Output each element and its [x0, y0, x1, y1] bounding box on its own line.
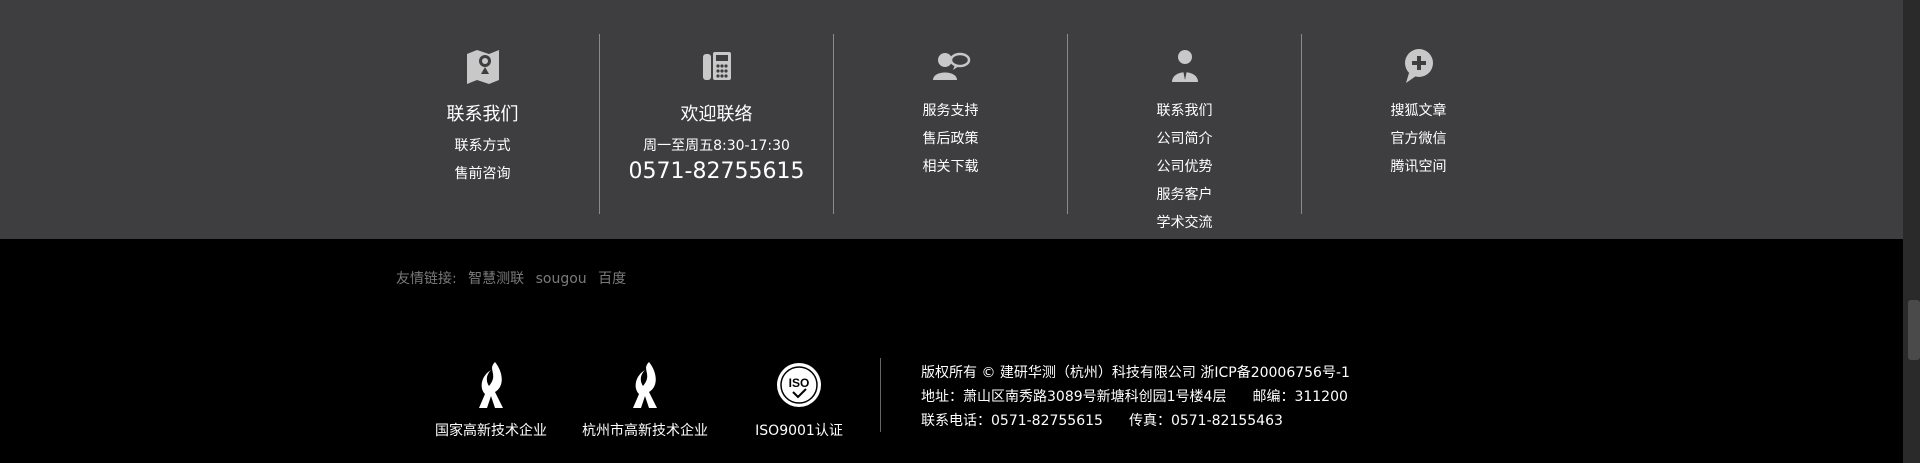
- national-hightech-badge: 国家高新技术企业: [416, 360, 566, 440]
- tencent-space-link[interactable]: 腾讯空间: [1302, 156, 1535, 176]
- footer-top-section: 联系我们 联系方式 售前咨询 欢迎联络 周一至周五8:30-17:30 0571…: [0, 0, 1920, 239]
- friend-link-baidu[interactable]: 百度: [598, 271, 626, 287]
- downloads-link[interactable]: 相关下载: [834, 156, 1067, 176]
- presale-consult-link[interactable]: 售前咨询: [366, 163, 599, 183]
- scrollbar-handle[interactable]: [1908, 300, 1920, 360]
- service-support-link[interactable]: 服务支持: [834, 100, 1067, 120]
- welcome-contact-column: 欢迎联络 周一至周五8:30-17:30 0571-82755615: [600, 34, 834, 214]
- iso-logo-text: ISO: [789, 376, 810, 390]
- company-column: 联系我们 公司简介 公司优势 服务客户 学术交流: [1068, 34, 1302, 231]
- address-text: 地址：萧山区南秀路3089号新塘科创园1号楼4层: [921, 389, 1227, 405]
- address-line: 地址：萧山区南秀路3089号新塘科创园1号楼4层 邮编：311200: [921, 386, 1348, 406]
- contact-method-link[interactable]: 联系方式: [366, 135, 599, 155]
- contact-us-link[interactable]: 联系我们: [1068, 100, 1301, 120]
- office-hours: 周一至周五8:30-17:30: [643, 138, 790, 154]
- copyright-line: 版权所有 © 建研华测（杭州）科技有限公司 浙ICP备20006756号-1: [921, 365, 1350, 381]
- footer-divider: [880, 358, 881, 432]
- academic-exchange-link[interactable]: 学术交流: [1068, 212, 1301, 232]
- phone-icon: [695, 46, 739, 86]
- person-icon: [1163, 46, 1207, 86]
- iso-logo-icon: ISO: [773, 360, 825, 410]
- social-column: 搜狐文章 官方微信 腾讯空间: [1302, 34, 1535, 214]
- contact-us-title: 联系我们: [446, 104, 519, 125]
- national-hightech-caption: 国家高新技术企业: [435, 423, 547, 439]
- company-profile-link[interactable]: 公司简介: [1068, 128, 1301, 148]
- hangzhou-hightech-badge: 杭州市高新技术企业: [570, 360, 720, 440]
- sohu-articles-link[interactable]: 搜狐文章: [1302, 100, 1535, 120]
- welcome-title: 欢迎联络: [680, 104, 753, 125]
- torch-logo-icon: [465, 360, 517, 410]
- contact-line: 联系电话：0571-82755615 传真：0571-82155463: [921, 410, 1283, 430]
- hangzhou-hightech-caption: 杭州市高新技术企业: [582, 423, 708, 439]
- page-scrollbar[interactable]: [1903, 0, 1920, 463]
- postcode-text: 邮编：311200: [1252, 389, 1348, 405]
- chat-plus-icon: [1397, 46, 1441, 86]
- iso9001-caption: ISO9001认证: [755, 423, 843, 439]
- company-advantages-link[interactable]: 公司优势: [1068, 156, 1301, 176]
- iso9001-badge: ISO ISO9001认证: [724, 360, 874, 440]
- friend-links: 友情链接: 智慧测联 sougou 百度: [396, 268, 633, 288]
- friend-links-label: 友情链接:: [396, 271, 457, 287]
- official-wechat-link[interactable]: 官方微信: [1302, 128, 1535, 148]
- after-sales-policy-link[interactable]: 售后政策: [834, 128, 1067, 148]
- torch-logo-icon: [619, 360, 671, 410]
- service-clients-link[interactable]: 服务客户: [1068, 184, 1301, 204]
- phone-number: 0571-82755615: [628, 159, 805, 184]
- friend-link-zhihui[interactable]: 智慧测联: [468, 271, 524, 287]
- tel-text: 联系电话：0571-82755615: [921, 413, 1103, 429]
- support-chat-icon: [929, 46, 973, 86]
- service-column: 服务支持 售后政策 相关下载: [834, 34, 1068, 214]
- friend-link-sougou[interactable]: sougou: [536, 271, 587, 287]
- contact-us-column: 联系我们 联系方式 售前咨询: [366, 34, 600, 214]
- fax-text: 传真：0571-82155463: [1128, 413, 1283, 429]
- map-pin-icon: [461, 46, 505, 86]
